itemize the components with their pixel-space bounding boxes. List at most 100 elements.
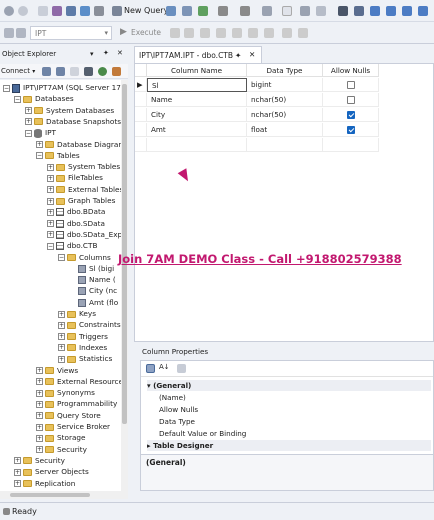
toolbar-icon[interactable] bbox=[282, 6, 292, 16]
expand-icon[interactable]: + bbox=[14, 480, 21, 487]
expand-icon[interactable]: + bbox=[36, 367, 43, 374]
column-name-cell[interactable] bbox=[147, 138, 247, 152]
toolbar-icon[interactable] bbox=[198, 6, 208, 16]
categorized-icon[interactable] bbox=[146, 364, 155, 373]
expand-icon[interactable]: + bbox=[36, 389, 43, 397]
pin-icon[interactable]: ✦ bbox=[103, 49, 109, 57]
expand-icon[interactable]: + bbox=[25, 118, 32, 126]
toolbar-icon[interactable] bbox=[80, 6, 90, 16]
expand-icon[interactable]: + bbox=[36, 446, 43, 454]
allow-nulls-checkbox[interactable] bbox=[347, 96, 355, 104]
expand-icon[interactable]: + bbox=[36, 423, 43, 431]
allow-nulls-checkbox[interactable] bbox=[347, 126, 355, 134]
database-selector[interactable]: IPT ▾ bbox=[30, 26, 112, 40]
new-query-button[interactable]: New Query bbox=[124, 6, 168, 15]
collapse-icon[interactable]: − bbox=[36, 152, 43, 160]
tree-item[interactable]: + Security bbox=[14, 455, 65, 466]
column-name-cell[interactable]: Amt bbox=[147, 123, 247, 137]
property-pages-icon[interactable] bbox=[177, 364, 186, 373]
data-type-cell[interactable] bbox=[247, 138, 323, 152]
filter-icon[interactable] bbox=[84, 67, 93, 76]
dropdown-icon[interactable]: ▾ bbox=[90, 50, 94, 58]
collapse-icon[interactable]: − bbox=[14, 95, 21, 103]
tree-item[interactable]: + Graph Tables bbox=[47, 195, 115, 206]
tree-item[interactable]: + External Tables bbox=[47, 184, 121, 195]
column-name-cell[interactable]: City bbox=[147, 108, 247, 122]
sort-alpha-icon[interactable]: A↓ bbox=[159, 363, 170, 371]
toolbar-icon[interactable] bbox=[166, 6, 176, 16]
collapse-icon[interactable]: − bbox=[25, 129, 32, 137]
tree-item[interactable]: + Constraints bbox=[58, 319, 121, 330]
row-selector[interactable]: ▶ bbox=[135, 78, 147, 92]
toolbar-icon[interactable] bbox=[386, 6, 396, 16]
row-selector[interactable] bbox=[135, 108, 147, 122]
connect-button[interactable]: Connect bbox=[1, 67, 30, 75]
toolbar-icon[interactable] bbox=[370, 6, 380, 16]
wrench-icon[interactable] bbox=[338, 6, 348, 16]
tree-item[interactable]: + Database Snapshots bbox=[25, 116, 121, 127]
toolbar-icon[interactable] bbox=[216, 28, 226, 38]
scrollbar-thumb[interactable] bbox=[10, 493, 90, 497]
toolbar-icon[interactable] bbox=[38, 6, 48, 16]
tree-item[interactable]: + Indexes bbox=[58, 342, 107, 353]
execute-button[interactable]: Execute bbox=[131, 28, 161, 37]
toolbar-icon[interactable] bbox=[316, 6, 326, 16]
tree-item[interactable]: + System Tables bbox=[47, 161, 120, 172]
toolbar-icon[interactable] bbox=[170, 28, 180, 38]
property-category[interactable]: ▾ (General) bbox=[147, 380, 431, 391]
stop-icon[interactable] bbox=[70, 67, 79, 76]
tree-item[interactable]: + Replication bbox=[14, 478, 75, 489]
column-name-cell[interactable]: Name bbox=[147, 93, 247, 107]
toolbar-icon[interactable] bbox=[262, 6, 272, 16]
tree-item[interactable]: + Triggers bbox=[58, 331, 108, 342]
tree-item[interactable]: − IPT\IPT7AM (SQL Server 17.0 bbox=[3, 82, 121, 93]
tree-item[interactable]: + Storage bbox=[36, 432, 86, 443]
collapse-icon[interactable]: − bbox=[47, 242, 54, 250]
new-query-icon[interactable] bbox=[112, 6, 122, 16]
toolbar-icon[interactable] bbox=[200, 28, 210, 38]
tree-item[interactable]: − Columns bbox=[58, 252, 111, 263]
collapse-icon[interactable]: − bbox=[58, 254, 65, 261]
tree-item[interactable]: + External Resources bbox=[36, 376, 121, 387]
expand-icon[interactable]: + bbox=[47, 231, 54, 239]
property-row[interactable]: Default Value or Binding bbox=[159, 428, 431, 439]
toolbar-icon[interactable] bbox=[66, 6, 76, 16]
redo-icon[interactable] bbox=[240, 6, 250, 16]
property-row[interactable]: (Name) bbox=[159, 392, 431, 403]
collapse-icon[interactable]: − bbox=[3, 84, 10, 92]
toolbar-icon[interactable] bbox=[298, 28, 308, 38]
expand-icon[interactable]: + bbox=[14, 468, 21, 476]
connect-icon[interactable] bbox=[42, 67, 51, 76]
refresh-icon[interactable] bbox=[98, 67, 107, 76]
tree-item[interactable]: + Database Diagram bbox=[36, 139, 121, 150]
toolbar-icon[interactable] bbox=[52, 6, 62, 16]
property-row[interactable]: Allow Nulls bbox=[159, 404, 431, 415]
tree-item[interactable]: − Databases bbox=[14, 93, 74, 104]
toolbar-icon[interactable] bbox=[232, 28, 242, 38]
toolbar-icon[interactable] bbox=[248, 28, 258, 38]
toolbar-icon[interactable] bbox=[182, 6, 192, 16]
row-selector[interactable] bbox=[135, 138, 147, 152]
row-selector[interactable] bbox=[135, 123, 147, 137]
toolbar-icon[interactable] bbox=[16, 28, 26, 38]
tree-item[interactable]: + dbo.BData bbox=[47, 206, 105, 217]
tree-item[interactable]: + Service Broker bbox=[36, 421, 110, 432]
execute-icon[interactable]: ▶ bbox=[120, 27, 127, 37]
tree-item[interactable]: + Server Objects bbox=[14, 466, 89, 477]
column-name-cell[interactable]: Sl bbox=[147, 78, 247, 92]
toolbar-icon[interactable] bbox=[4, 28, 14, 38]
close-icon[interactable]: ✕ bbox=[117, 49, 123, 57]
toolbar-icon[interactable] bbox=[184, 28, 194, 38]
tree-item[interactable]: + Statistics bbox=[58, 353, 112, 364]
expand-icon[interactable]: + bbox=[58, 355, 65, 363]
column-header[interactable]: Allow Nulls bbox=[323, 64, 379, 77]
tree-item[interactable]: − Tables bbox=[36, 150, 80, 161]
tree-item[interactable]: + Security bbox=[36, 444, 87, 455]
expand-icon[interactable]: + bbox=[25, 107, 32, 115]
allow-nulls-checkbox[interactable] bbox=[347, 111, 355, 119]
tree-item[interactable]: + Programmability bbox=[36, 398, 117, 409]
expand-icon[interactable]: + bbox=[47, 208, 54, 216]
expand-icon[interactable]: + bbox=[36, 412, 43, 420]
undo-icon[interactable] bbox=[218, 6, 228, 16]
expand-icon[interactable]: + bbox=[58, 321, 65, 329]
